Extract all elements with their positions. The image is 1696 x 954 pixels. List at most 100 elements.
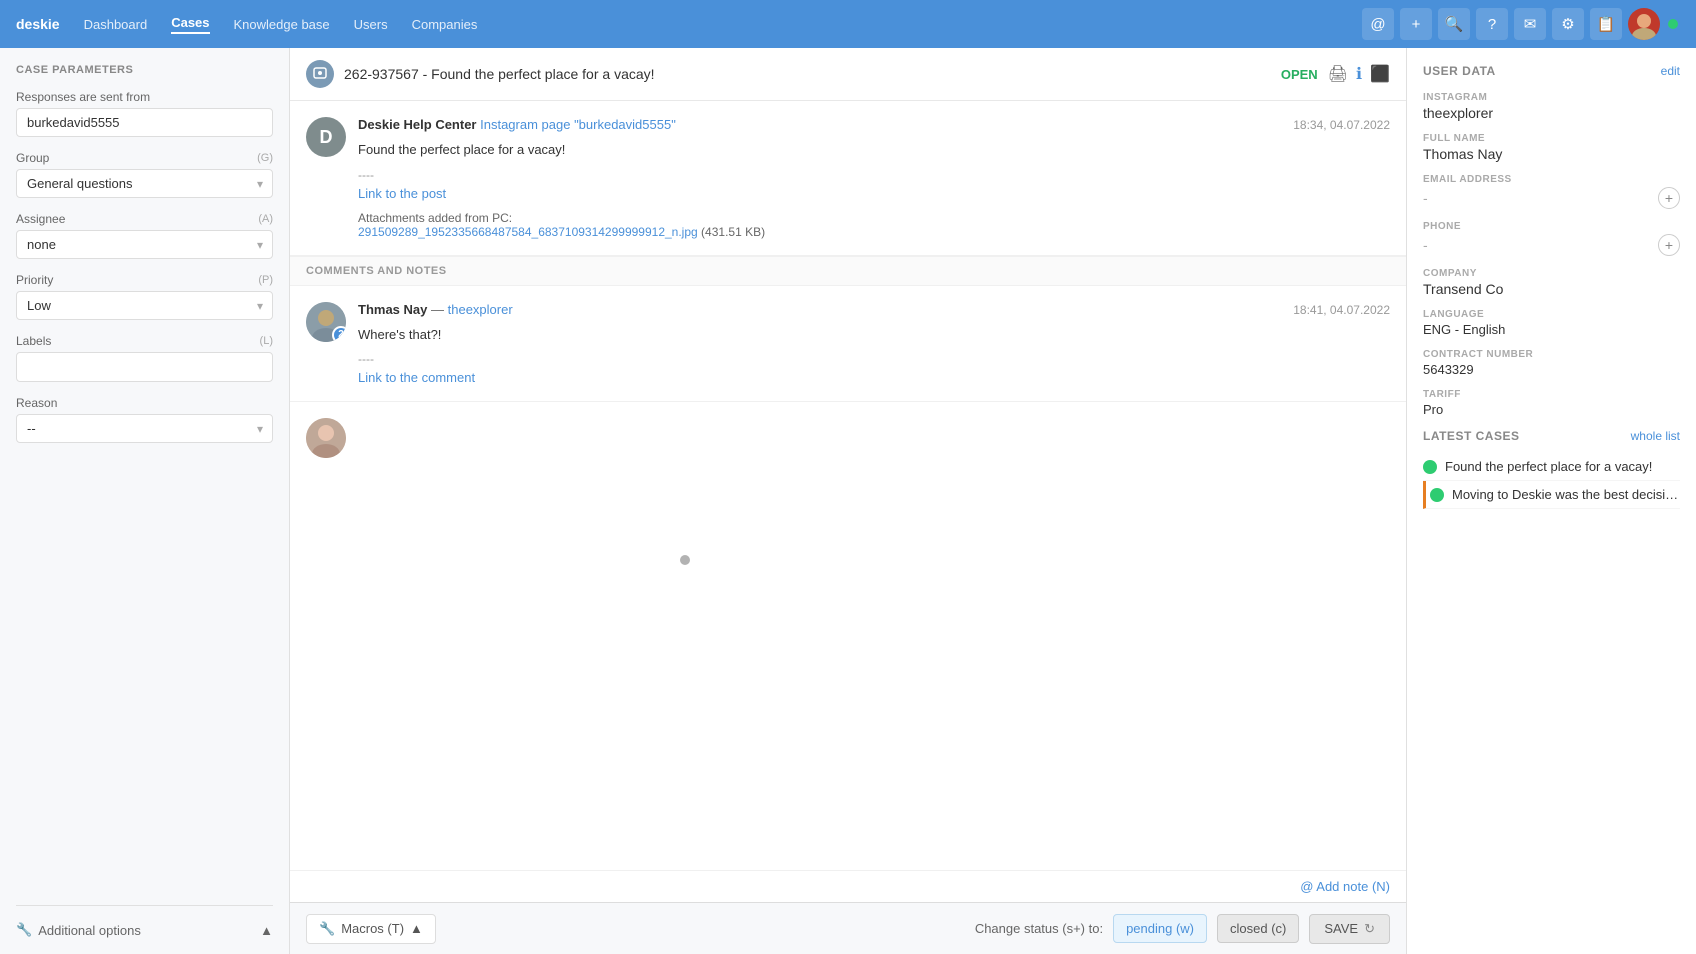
case-item[interactable]: Moving to Deskie was the best decisi… <box>1423 481 1680 509</box>
add-note-link[interactable]: @ Add note (N) <box>1300 879 1390 894</box>
contract-field: CONTRACT NUMBER 5643329 <box>1423 349 1680 377</box>
message-content: Deskie Help Center Instagram page "burke… <box>358 117 1390 239</box>
attachments-section: Attachments added from PC: 291509289_195… <box>358 211 1390 239</box>
bottom-bar: 🔧 Macros (T) ▲ Change status (s+) to: pe… <box>290 902 1406 954</box>
search-icon[interactable]: 🔍 <box>1438 8 1470 40</box>
message-avatar: D <box>306 117 346 157</box>
email-field-label: EMAIL ADDRESS <box>1423 174 1680 185</box>
email-icon[interactable]: ✉ <box>1514 8 1546 40</box>
messages-area: D Deskie Help Center Instagram page "bur… <box>290 101 1406 870</box>
additional-options-toggle[interactable]: 🔧 Additional options ▲ <box>16 922 273 938</box>
priority-shortcut: (P) <box>258 274 273 286</box>
message-sender: Deskie Help Center Instagram page "burke… <box>358 117 676 132</box>
case-channel-icon <box>306 60 334 88</box>
nav-dashboard[interactable]: Dashboard <box>84 17 148 32</box>
labels-field: Labels (L) <box>16 334 273 382</box>
settings-icon[interactable]: ⚙ <box>1552 8 1584 40</box>
case-status-badge: OPEN <box>1281 67 1318 82</box>
wrench-icon: 🔧 <box>16 922 32 938</box>
closed-status-button[interactable]: closed (c) <box>1217 914 1299 943</box>
fullname-field: FULL NAME Thomas Nay <box>1423 133 1680 162</box>
case-status-icon-green <box>1423 460 1437 474</box>
priority-select[interactable]: Low Medium High <box>16 291 273 320</box>
help-icon[interactable]: ? <box>1476 8 1508 40</box>
main-content: 262-937567 - Found the perfect place for… <box>290 48 1406 954</box>
nav-users[interactable]: Users <box>354 17 388 32</box>
macros-button[interactable]: 🔧 Macros (T) ▲ <box>306 914 436 944</box>
info-icon[interactable]: ℹ <box>1356 64 1362 84</box>
nav-companies[interactable]: Companies <box>412 17 478 32</box>
message-timestamp: 18:34, 04.07.2022 <box>1293 118 1390 132</box>
post-link[interactable]: Link to the post <box>358 186 446 201</box>
message-header: Deskie Help Center Instagram page "burke… <box>358 117 1390 132</box>
company-field: COMPANY Transend Co <box>1423 268 1680 297</box>
pending-status-button[interactable]: pending (w) <box>1113 914 1207 943</box>
tariff-field-label: TARIFF <box>1423 389 1680 400</box>
user-data-title: USER DATA <box>1423 64 1496 78</box>
group-select[interactable]: General questions <box>16 169 273 198</box>
priority-field: Priority (P) Low Medium High <box>16 273 273 320</box>
add-icon[interactable]: + <box>1400 8 1432 40</box>
nav-knowledge-base[interactable]: Knowledge base <box>234 17 330 32</box>
language-field: LANGUAGE ENG - English <box>1423 309 1680 337</box>
user-avatar[interactable] <box>1628 8 1660 40</box>
comment-content: Thmas Nay — theexplorer 18:41, 04.07.202… <box>358 302 1390 386</box>
instagram-page-link[interactable]: Instagram page "burkedavid5555" <box>480 117 676 132</box>
whole-list-link[interactable]: whole list <box>1631 429 1680 443</box>
latest-cases-header: LATEST CASES whole list <box>1423 429 1680 443</box>
labels-input[interactable] <box>16 352 273 382</box>
nav-icon-bar: @ + 🔍 ? ✉ ⚙ 📋 <box>1362 8 1680 40</box>
macros-expand-icon: ▲ <box>410 921 423 936</box>
user-status-indicator <box>1666 17 1680 31</box>
nav-cases[interactable]: Cases <box>171 15 209 34</box>
phone-field: PHONE - + <box>1423 221 1680 256</box>
reply-textarea[interactable] <box>358 418 1390 498</box>
instagram-field-value: theexplorer <box>1423 105 1680 121</box>
notifications-icon[interactable]: 📋 <box>1590 8 1622 40</box>
merge-icon[interactable]: ⬛ <box>1370 64 1390 84</box>
case-item[interactable]: Found the perfect place for a vacay! <box>1423 453 1680 481</box>
assignee-field: Assignee (A) none <box>16 212 273 259</box>
save-button[interactable]: SAVE ↻ <box>1309 914 1390 944</box>
app-logo: deskie <box>16 16 60 32</box>
reply-area <box>290 402 1406 514</box>
sidebar-title: CASE PARAMETERS <box>16 64 273 76</box>
at-symbol: @ <box>1300 879 1316 894</box>
group-shortcut: (G) <box>257 152 273 164</box>
chevron-up-icon: ▲ <box>260 923 273 938</box>
fullname-field-value: Thomas Nay <box>1423 146 1680 162</box>
add-email-button[interactable]: + <box>1658 187 1680 209</box>
print-icon[interactable]: 🖨 <box>1328 64 1348 84</box>
comment-link[interactable]: Link to the comment <box>358 370 475 385</box>
email-field-row: - + <box>1423 187 1680 209</box>
latest-cases-list: Found the perfect place for a vacay! Mov… <box>1423 453 1680 509</box>
phone-field-label: PHONE <box>1423 221 1680 232</box>
labels-label: Labels (L) <box>16 334 273 348</box>
language-field-label: LANGUAGE <box>1423 309 1680 320</box>
comment-header: Thmas Nay — theexplorer 18:41, 04.07.202… <box>358 302 1390 317</box>
user-data-header: USER DATA edit <box>1423 64 1680 78</box>
commenter-profile-link[interactable]: theexplorer <box>448 302 513 317</box>
company-field-label: COMPANY <box>1423 268 1680 279</box>
comment-body: Where's that?! <box>358 325 1390 345</box>
mention-icon[interactable]: @ <box>1362 8 1394 40</box>
message-divider: ---- <box>358 168 1390 182</box>
instagram-field: INSTAGRAM theexplorer <box>1423 92 1680 121</box>
edit-user-link[interactable]: edit <box>1661 64 1680 78</box>
reason-select[interactable]: -- <box>16 414 273 443</box>
reason-field: Reason -- <box>16 396 273 443</box>
responses-label: Responses are sent from <box>16 90 273 104</box>
attachment-link[interactable]: 291509289_1952335668487584_6837109314299… <box>358 225 698 239</box>
message-body: Found the perfect place for a vacay! <box>358 140 1390 160</box>
assignee-select[interactable]: none <box>16 230 273 259</box>
comment-item: 2 Thmas Nay — theexplorer 18:41, 04.07.2… <box>290 286 1406 403</box>
commenter-avatar: 2 <box>306 302 346 342</box>
reason-select-wrapper: -- <box>16 414 273 443</box>
add-phone-button[interactable]: + <box>1658 234 1680 256</box>
responses-field: Responses are sent from <box>16 90 273 137</box>
latest-cases-title: LATEST CASES <box>1423 429 1519 443</box>
responses-input[interactable] <box>16 108 273 137</box>
phone-field-row: - + <box>1423 234 1680 256</box>
message-item: D Deskie Help Center Instagram page "bur… <box>290 101 1406 256</box>
comments-section-label: COMMENTS AND NOTES <box>290 256 1406 286</box>
